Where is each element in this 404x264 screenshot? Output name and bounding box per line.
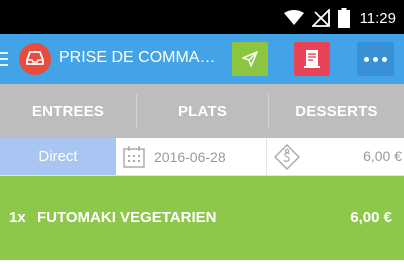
tab-desserts[interactable]: DESSERTS [269,84,404,138]
tab-plats[interactable]: PLATS [137,84,268,138]
item-name: FUTOMAKI VEGETARIEN [37,209,217,226]
menu-icon[interactable] [0,52,8,66]
receipt-icon [304,50,320,68]
order-type-button[interactable]: Direct [0,138,116,175]
tab-entrees[interactable]: ENTREES [0,84,136,138]
list-bottom [0,260,404,264]
order-total-field: 6,00 € [267,138,404,175]
app-bar: PRISE DE COMMANDE [0,34,404,84]
receipt-button[interactable] [294,42,330,76]
status-icons: 11:29 [283,7,396,29]
more-icon [364,56,387,62]
status-bar: 11:29 [0,0,404,34]
price-tag-icon [274,143,300,170]
no-signal-icon [311,9,330,27]
send-order-button[interactable] [232,42,268,76]
order-date: 2016-06-28 [154,148,226,165]
tray-icon [26,51,44,65]
item-quantity: 1x [9,209,26,226]
clock: 11:29 [359,9,396,27]
category-tabs: ENTREES PLATS DESSERTS [0,84,404,222]
app-logo [19,43,51,75]
item-price: 6,00 € [350,209,392,226]
calendar-icon [123,145,145,168]
battery-icon [337,8,350,28]
order-total: 6,00 € [363,148,402,164]
send-icon [242,51,258,67]
order-info-row: Direct 2016-06-28 6,00 € [0,138,404,176]
wifi-icon [283,10,304,25]
page-title: PRISE DE COMMANDE [59,49,219,66]
list-item[interactable]: 1x FUTOMAKI VEGETARIEN 6,00 € [0,176,404,260]
order-date-field[interactable]: 2016-06-28 [116,138,267,175]
more-options-button[interactable] [357,42,394,76]
